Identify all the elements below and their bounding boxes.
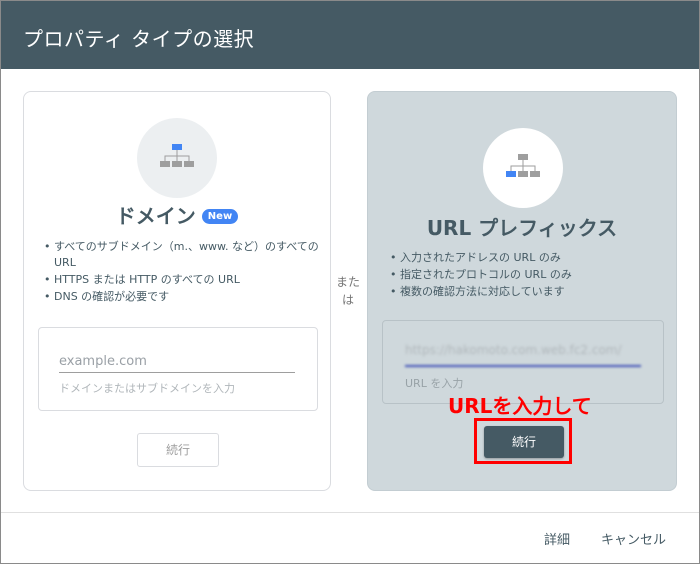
list-item: 複数の確認方法に対応しています: [382, 284, 672, 300]
or-separator: または: [336, 275, 361, 307]
sitemap-icon: [483, 128, 563, 208]
domain-input-helper: ドメインまたはサブドメインを入力: [59, 382, 235, 395]
domain-input-container: ドメインまたはサブドメインを入力: [38, 327, 318, 411]
domain-heading: ドメイン New: [24, 200, 330, 229]
url-prefix-feature-list: 入力されたアドレスの URL のみ 指定されたプロトコルの URL のみ 複数の…: [382, 250, 672, 301]
dialog-header: プロパティ タイプの選択: [1, 1, 699, 69]
list-item: HTTPS または HTTP のすべての URL: [36, 272, 326, 288]
cancel-button[interactable]: キャンセル: [601, 529, 666, 548]
details-button[interactable]: 詳細: [544, 529, 570, 548]
sitemap-icon: [137, 118, 217, 198]
list-item: 指定されたプロトコルの URL のみ: [382, 267, 672, 283]
url-input-helper: URL を入力: [405, 377, 464, 390]
url-prefix-heading: URL プレフィックス: [426, 216, 618, 240]
footer-divider: [1, 512, 699, 513]
domain-title: ドメイン: [115, 204, 196, 228]
url-prefix-property-card[interactable]: URL プレフィックス 入力されたアドレスの URL のみ 指定されたプロトコル…: [367, 91, 677, 491]
list-item: すべてのサブドメイン（m.、www. など）のすべての URL: [36, 239, 326, 271]
new-badge: New: [201, 209, 239, 224]
list-item: DNS の確認が必要です: [36, 289, 326, 305]
domain-continue-button[interactable]: 続行: [137, 433, 219, 467]
url-input[interactable]: https://hakomoto.com.web.fc2.com/: [405, 343, 641, 367]
domain-property-card[interactable]: ドメイン New すべてのサブドメイン（m.、www. など）のすべての URL …: [23, 91, 331, 491]
dialog-title: プロパティ タイプの選択: [23, 27, 255, 51]
list-item: 入力されたアドレスの URL のみ: [382, 250, 672, 266]
domain-feature-list: すべてのサブドメイン（m.、www. など）のすべての URL HTTPS また…: [36, 239, 326, 306]
property-type-dialog: プロパティ タイプの選択 ドメイン New すべてのサブドメイン（m.、www. …: [0, 0, 700, 564]
annotation-text: URLを入力して: [448, 394, 592, 418]
domain-input[interactable]: [59, 350, 295, 373]
url-prefix-continue-button[interactable]: 続行: [484, 426, 564, 458]
